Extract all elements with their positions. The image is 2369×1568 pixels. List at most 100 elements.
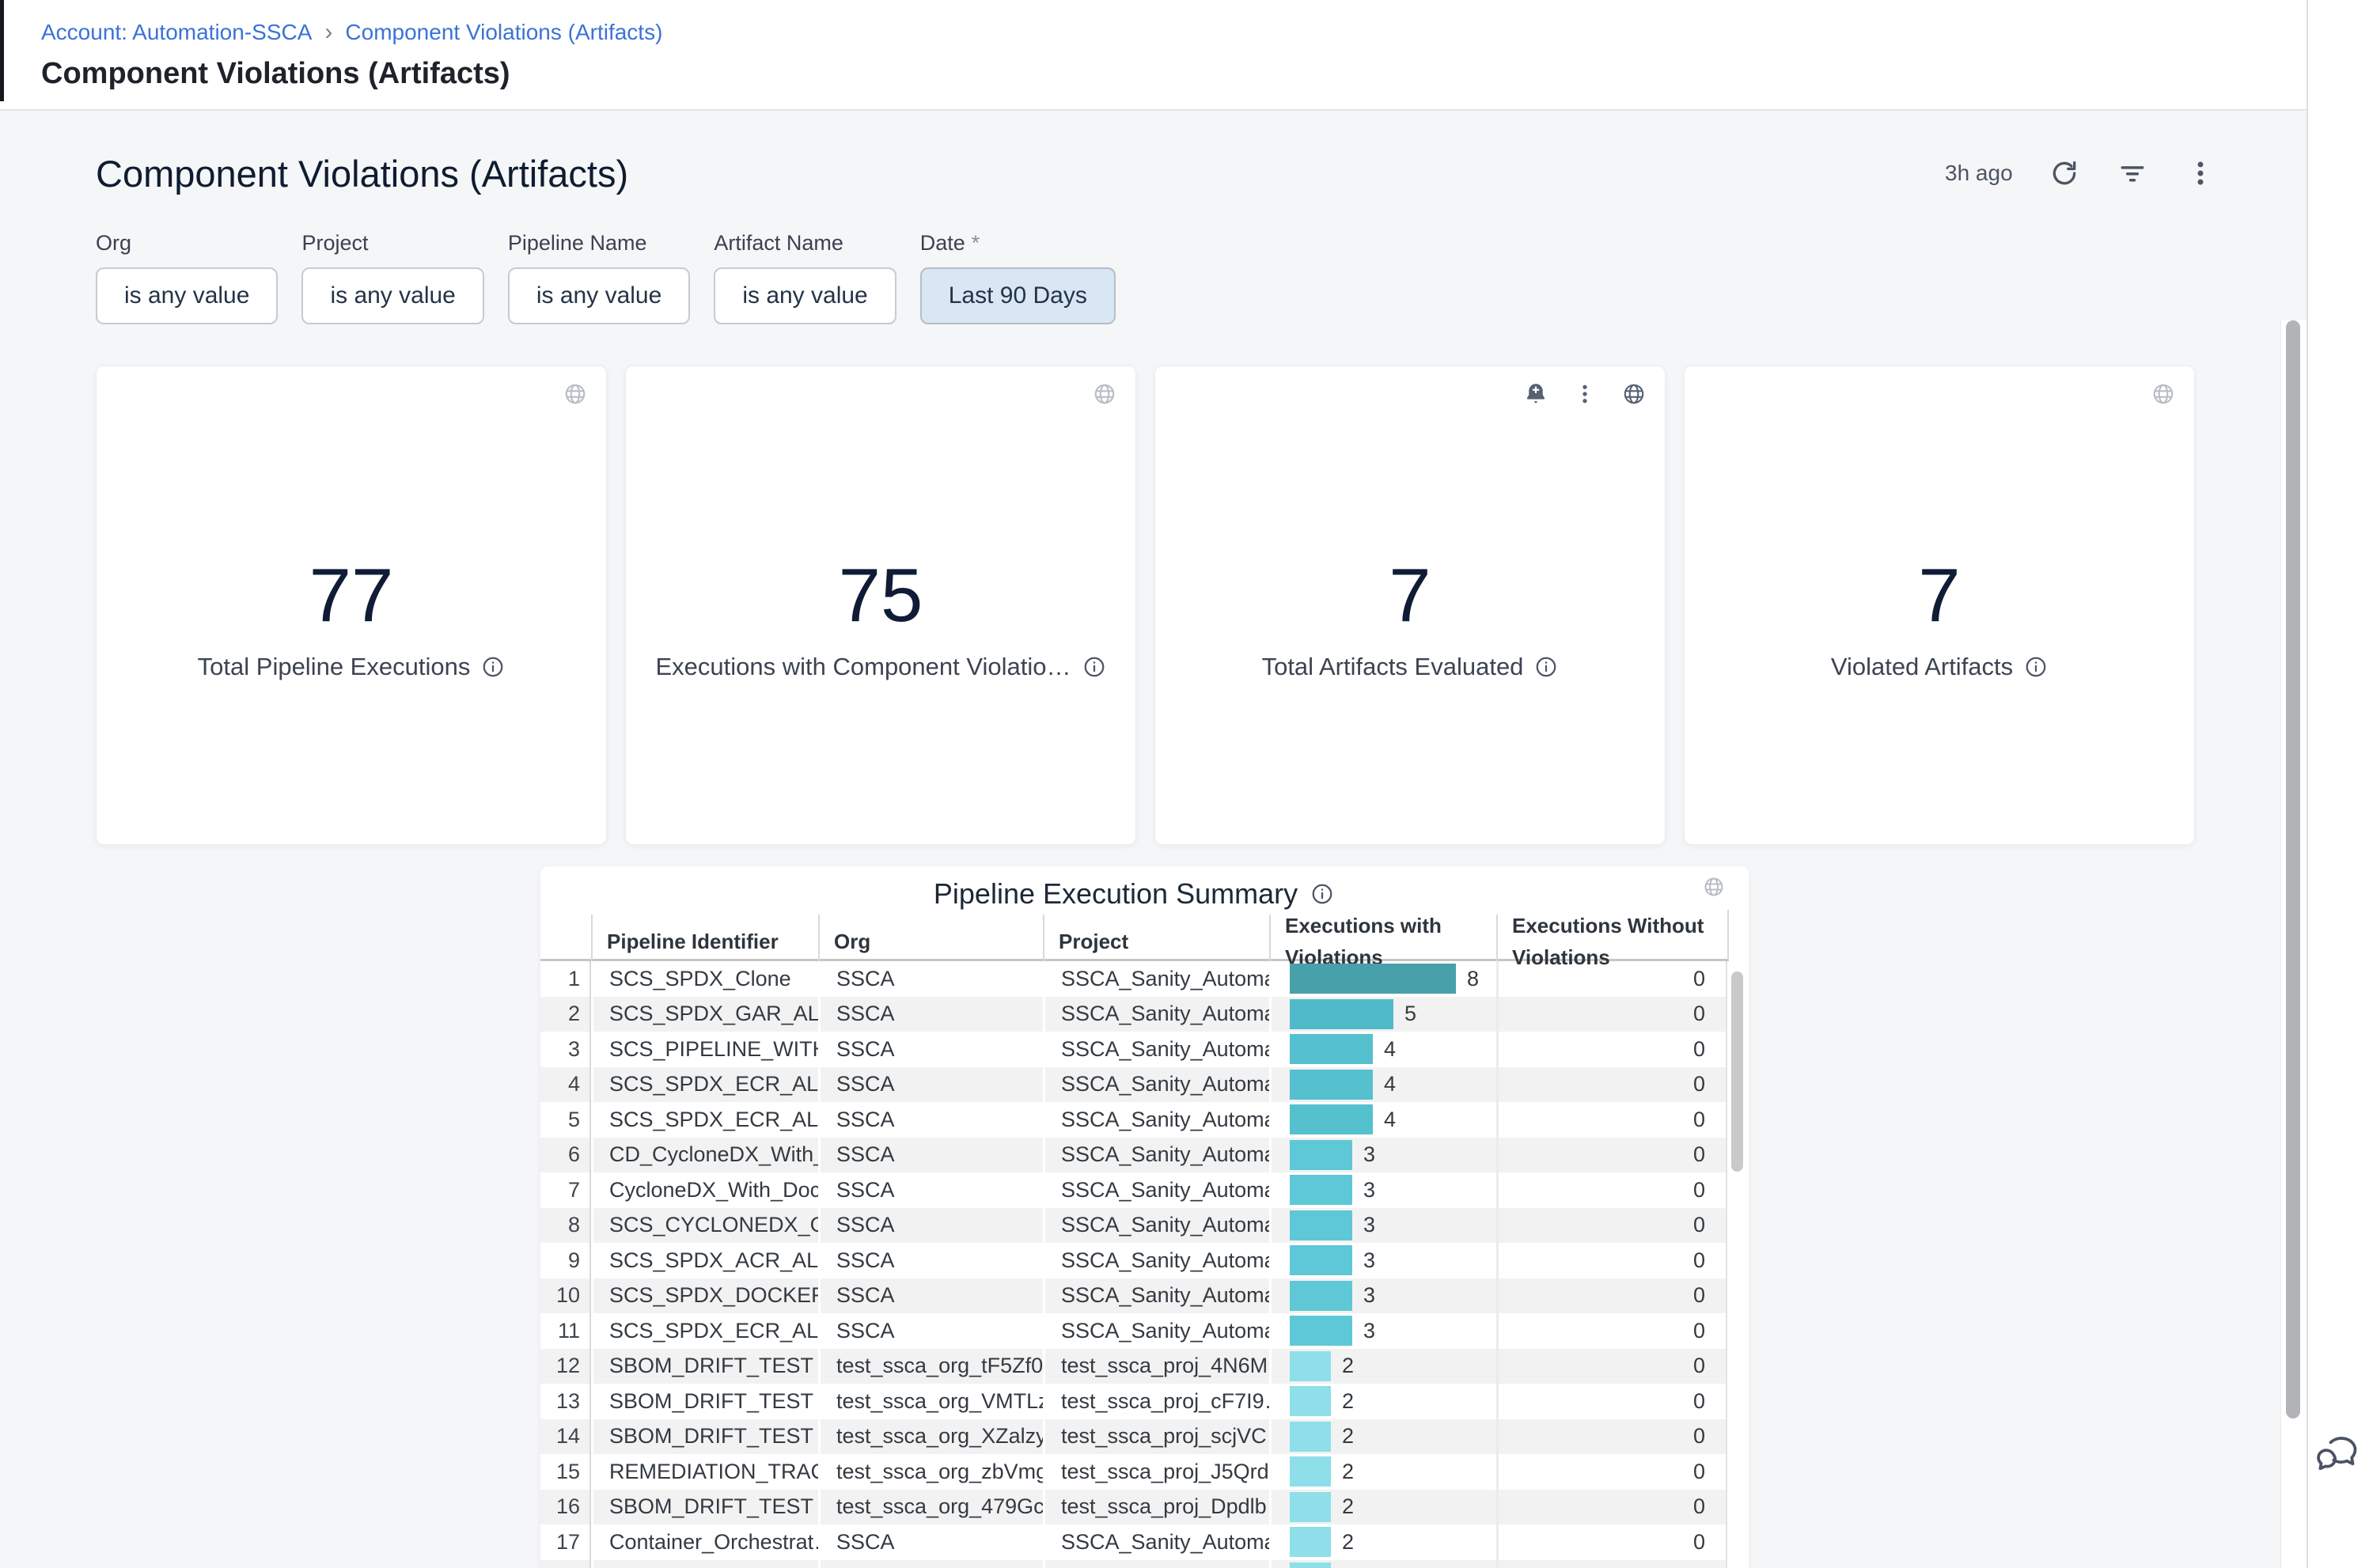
info-icon[interactable]	[1082, 655, 1106, 679]
table-row: 6CD_CycloneDX_With_…SSCASSCA_Sanity_Auto…	[540, 1138, 1727, 1173]
filter-value-button[interactable]: is any value	[714, 267, 896, 324]
project-cell: SSCA_Sanity_Automa…	[1043, 961, 1269, 997]
globe-icon[interactable]	[563, 382, 587, 406]
page-title: Component Violations (Artifacts)	[41, 57, 510, 91]
violations-bar[interactable]	[1290, 1386, 1331, 1416]
violations-bar[interactable]	[1290, 964, 1456, 994]
filter-value-button[interactable]: Last 90 Days	[920, 267, 1116, 324]
violations-bar[interactable]	[1290, 1351, 1331, 1381]
org-cell: test_ssca_org_479Gc…	[818, 1490, 1043, 1525]
table-body: 1SCS_SPDX_CloneSSCASSCA_Sanity_Automa…80…	[540, 961, 1727, 1568]
violations-bar[interactable]	[1290, 1562, 1331, 1568]
globe-icon[interactable]	[1093, 382, 1116, 406]
last-refreshed-label: 3h ago	[1945, 161, 2013, 186]
violations-bar[interactable]	[1290, 1070, 1373, 1100]
filter-value-button[interactable]: is any value	[96, 267, 278, 324]
chat-bubbles-icon[interactable]	[2314, 1429, 2361, 1476]
executions-with-violations-cell: 2	[1269, 1454, 1496, 1490]
dashboard-content: Component Violations (Artifacts) 3h ago …	[0, 111, 2306, 1568]
table-row: 3SCS_PIPELINE_WITH…SSCASSCA_Sanity_Autom…	[540, 1032, 1727, 1067]
info-icon[interactable]	[1534, 655, 1558, 679]
executions-with-violations-cell: 8	[1269, 961, 1496, 997]
violations-bar[interactable]	[1290, 1492, 1331, 1522]
table-row: 7CycloneDX_With_Doc…SSCASSCA_Sanity_Auto…	[540, 1172, 1727, 1208]
executions-without-violations-cell: 0	[1496, 1172, 1727, 1208]
card-icons	[1093, 382, 1116, 406]
filter-date: Date*Last 90 Days	[920, 231, 1116, 324]
violations-bar[interactable]	[1290, 1456, 1331, 1487]
table-row: 12SBOM_DRIFT_TESTtest_ssca_org_tF5Zf0…te…	[540, 1349, 1727, 1384]
row-number-cell: 13	[540, 1384, 591, 1419]
violations-bar[interactable]	[1290, 999, 1393, 1029]
filter-label-text: Pipeline Name	[508, 231, 647, 255]
metric-value: 77	[97, 552, 606, 639]
kebab-menu-icon[interactable]	[2184, 157, 2217, 190]
globe-icon[interactable]	[1703, 876, 1725, 898]
project-cell: SSCA_Sanity_Automa…	[1043, 1208, 1269, 1244]
filter-value-button[interactable]: is any value	[301, 267, 483, 324]
metric-value: 75	[626, 552, 1135, 639]
breadcrumb-account-link[interactable]: Account: Automation-SSCA	[41, 20, 312, 45]
org-cell: SSCA	[818, 1032, 1043, 1067]
info-icon[interactable]	[481, 655, 505, 679]
executions-without-violations-cell: 0	[1496, 997, 1727, 1032]
refresh-icon[interactable]	[2048, 157, 2081, 190]
row-number-cell: 6	[540, 1138, 591, 1173]
executions-with-violations-cell: 3	[1269, 1313, 1496, 1349]
executions-with-violations-cell: 5	[1269, 997, 1496, 1032]
executions-with-violations-cell: 2	[1269, 1524, 1496, 1560]
violations-bar[interactable]	[1290, 1175, 1352, 1205]
column-header-line1: Executions with	[1285, 910, 1496, 941]
bell-plus-icon[interactable]	[1524, 382, 1548, 406]
card-icons	[2151, 382, 2175, 406]
column-header-line1: Project	[1059, 926, 1269, 957]
metric-card-1: 77Total Pipeline Executions	[96, 365, 607, 845]
kebab-menu-icon[interactable]	[1573, 382, 1597, 406]
row-number-cell: 11	[540, 1313, 591, 1349]
table-scrollbar-thumb[interactable]	[1731, 971, 1743, 1172]
violations-bar[interactable]	[1290, 1422, 1331, 1452]
project-cell: SSCA_Sanity_Automa…	[1043, 997, 1269, 1032]
org-cell: SSCA	[818, 1138, 1043, 1173]
globe-icon[interactable]	[2151, 382, 2175, 406]
violations-bar[interactable]	[1290, 1316, 1352, 1346]
executions-with-violations-cell: 2	[1269, 1490, 1496, 1525]
violations-bar[interactable]	[1290, 1245, 1352, 1275]
project-cell: SSCA_Sanity_Automa…	[1043, 1313, 1269, 1349]
org-cell: test_ssca_org_tF5Zf0…	[818, 1349, 1043, 1384]
pipeline-identifier-cell: SCS_SPDX_ECR_ALL_…	[591, 1313, 818, 1349]
violations-count: 3	[1363, 1283, 1375, 1308]
violations-count: 2	[1342, 1530, 1354, 1555]
filter-value-button[interactable]: is any value	[508, 267, 690, 324]
project-cell: test_ssca_proj_Dpdlb…	[1043, 1490, 1269, 1525]
violations-bar[interactable]	[1290, 1281, 1352, 1311]
executions-without-violations-cell: 0	[1496, 1524, 1727, 1560]
project-cell: SSCA_Sanity_Automa…	[1043, 1243, 1269, 1278]
row-number-cell: 16	[540, 1490, 591, 1525]
violations-bar[interactable]	[1290, 1104, 1373, 1134]
pipeline-identifier-cell: SCS_SPDX_ACR_ALL…	[591, 1243, 818, 1278]
row-number-cell: 9	[540, 1243, 591, 1278]
executions-without-violations-cell: 0	[1496, 1313, 1727, 1349]
card-icons	[563, 382, 587, 406]
violations-bar[interactable]	[1290, 1034, 1373, 1064]
violations-count: 3	[1363, 1248, 1375, 1273]
row-number-cell	[540, 1560, 591, 1568]
violations-count: 3	[1363, 1178, 1375, 1203]
page-scrollbar-thumb[interactable]	[2286, 320, 2300, 1418]
app-header: Account: Automation-SSCA › Component Vio…	[0, 0, 2369, 111]
table-row: 9SCS_SPDX_ACR_ALL…SSCASSCA_Sanity_Automa…	[540, 1243, 1727, 1278]
pipeline-execution-summary-card: Pipeline Execution Summary Pipeline Iden…	[540, 866, 1749, 1568]
breadcrumb-current-link[interactable]: Component Violations (Artifacts)	[345, 20, 662, 45]
info-icon[interactable]	[2024, 655, 2048, 679]
violations-bar[interactable]	[1290, 1527, 1331, 1557]
pipeline-identifier-cell: SCS_SPDX_GAR_ALL…	[591, 997, 818, 1032]
filter-icon[interactable]	[2116, 157, 2149, 190]
info-icon[interactable]	[1310, 882, 1334, 906]
globe-icon[interactable]	[1622, 382, 1646, 406]
project-cell: SSCA_Sanity_Automa…	[1043, 1278, 1269, 1314]
table-row: 2SCS_SPDX_GAR_ALL…SSCASSCA_Sanity_Automa…	[540, 997, 1727, 1032]
project-cell: SSCA_Sanity_Automa…	[1043, 1524, 1269, 1560]
violations-bar[interactable]	[1290, 1210, 1352, 1240]
violations-bar[interactable]	[1290, 1140, 1352, 1170]
